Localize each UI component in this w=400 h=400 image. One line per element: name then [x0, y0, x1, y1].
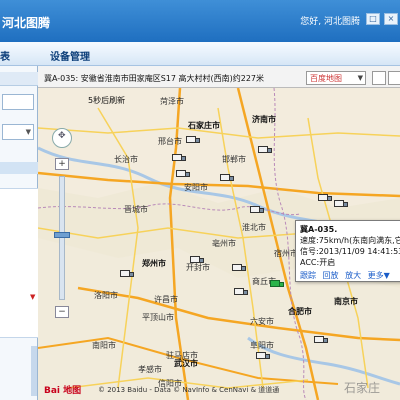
chevron-down-icon: ▼ — [25, 128, 31, 136]
zoom-out-button[interactable]: − — [55, 306, 69, 318]
close-button[interactable]: × — [384, 13, 398, 25]
vehicle-marker[interactable] — [234, 288, 248, 297]
info-actions: 跟踪 回放 放大 更多▼ — [300, 270, 394, 281]
panel-tab[interactable] — [0, 162, 38, 174]
maximize-button[interactable]: □ — [366, 13, 380, 25]
city-label: 石家庄市 — [188, 121, 220, 130]
close-icon: × — [387, 14, 395, 23]
vehicle-marker[interactable] — [258, 146, 272, 155]
city-label: 晋城市 — [124, 205, 148, 214]
city-label: 郑州市 — [142, 259, 166, 268]
vehicle-status-text: 冀A-035: 安徽省淮南市田家庵区S17 高大村村(西南)约227米 — [44, 74, 265, 83]
city-label: 亳州市 — [212, 239, 236, 248]
city-label: 平顶山市 — [142, 313, 174, 322]
city-label: 长治市 — [114, 155, 138, 164]
vehicle-marker[interactable] — [334, 200, 348, 209]
chevron-down-icon: ▼ — [357, 74, 363, 82]
city-label: 许昌市 — [154, 295, 178, 304]
panel-scrollbar[interactable] — [31, 346, 37, 396]
panel-header — [0, 72, 38, 86]
vehicle-marker[interactable] — [176, 170, 190, 179]
city-label: 济南市 — [252, 115, 276, 124]
info-speed: 速度:75km/h(东南向满东,它 — [300, 236, 400, 245]
vehicle-marker[interactable] — [186, 136, 200, 145]
pan-control[interactable]: ✥ — [52, 128, 72, 148]
group-select[interactable]: ▼ — [2, 124, 34, 140]
city-label: 南京市 — [334, 297, 358, 306]
city-label: 邢台市 — [158, 137, 182, 146]
toolbar-tool-button[interactable] — [388, 71, 400, 85]
vehicle-marker[interactable] — [314, 336, 328, 345]
map-type-select[interactable]: 百度地图 ▼ — [306, 71, 366, 85]
city-label: 安阳市 — [184, 183, 208, 192]
city-label: 洛阳市 — [94, 291, 118, 300]
city-label: 孝感市 — [138, 365, 162, 374]
city-label: 武汉市 — [174, 359, 198, 368]
vehicle-marker[interactable] — [220, 174, 234, 183]
map-toolbar: 冀A-035: 安徽省淮南市田家庵区S17 高大村村(西南)约227米 百度地图… — [38, 66, 400, 88]
watermark: 石家庄 — [344, 381, 381, 395]
info-signal-time: 信号:2013/11/09 14:41:53 — [300, 247, 400, 256]
app-title: 河北图腾 — [2, 16, 51, 30]
info-acc: ACC:开启 — [300, 258, 336, 267]
playback-link[interactable]: 回放 — [323, 271, 339, 280]
city-label: 六安市 — [250, 317, 274, 326]
zoom-link[interactable]: 放大 — [345, 271, 361, 280]
map-navigation-control: ✥ + − — [52, 128, 72, 320]
left-panel: ▼ ▼ — [0, 66, 38, 400]
title-bar: 河北图腾 您好, 河北图腾 □ × — [0, 0, 400, 42]
vehicle-info-window: 冀A-035. 速度:75km/h(东南向满东,它 信号:2013/11/09 … — [295, 220, 400, 282]
menu-item-device-management[interactable]: 设备管理 — [50, 48, 90, 63]
toolbar-tool-button[interactable] — [372, 71, 386, 85]
info-vehicle-title: 冀A-035. — [300, 225, 338, 234]
refresh-countdown: 5秒后刷新 — [88, 96, 126, 105]
expand-icon[interactable]: ▼ — [30, 293, 35, 301]
map-canvas[interactable]: 5秒后刷新 ✥ + − 菏泽市 石家庄市 济南市 邢台市 长治市 邯郸市 晋城市… — [38, 88, 400, 400]
vehicle-marker[interactable] — [256, 352, 270, 361]
map-copyright: © 2013 Baidu - Data © NavInfo & CenNavi … — [98, 386, 280, 394]
city-label: 邯郸市 — [222, 155, 246, 164]
baidu-logo: Bai 地图 — [44, 386, 82, 396]
menu-item-report[interactable]: 表 — [0, 48, 10, 63]
selected-vehicle-marker[interactable] — [270, 280, 284, 289]
user-greeting: 您好, 河北图腾 — [300, 17, 360, 27]
vehicle-marker[interactable] — [250, 206, 264, 215]
city-label: 淮北市 — [242, 223, 266, 232]
city-label: 阜阳市 — [250, 341, 274, 350]
track-link[interactable]: 跟踪 — [300, 271, 316, 280]
vehicle-tree[interactable] — [0, 188, 38, 338]
vehicle-marker[interactable] — [318, 194, 332, 203]
maximize-icon: □ — [369, 14, 377, 23]
city-label: 菏泽市 — [160, 97, 184, 106]
menu-bar: 表 设备管理 — [0, 42, 400, 66]
city-label: 南阳市 — [92, 341, 116, 350]
more-link[interactable]: 更多▼ — [368, 271, 390, 280]
vehicle-marker[interactable] — [120, 270, 134, 279]
vehicle-marker[interactable] — [190, 256, 204, 265]
zoom-in-button[interactable]: + — [55, 158, 69, 170]
zoom-slider[interactable] — [59, 176, 65, 300]
vehicle-marker[interactable] — [172, 154, 186, 163]
pan-arrows-icon: ✥ — [58, 131, 66, 141]
search-input[interactable] — [2, 94, 34, 110]
zoom-slider-thumb[interactable] — [54, 232, 70, 238]
map-type-label: 百度地图 — [310, 74, 342, 83]
vehicle-marker[interactable] — [232, 264, 246, 273]
city-label: 合肥市 — [288, 307, 312, 316]
